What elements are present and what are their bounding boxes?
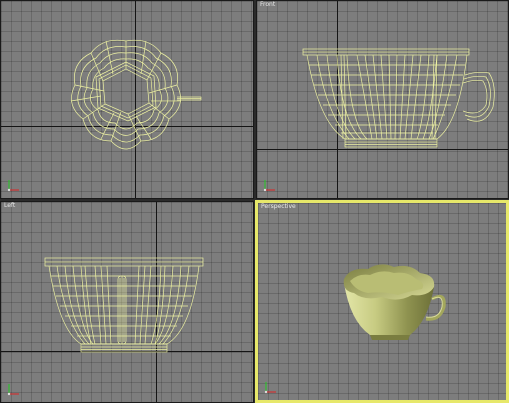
axis-tripod-icon bbox=[7, 384, 19, 396]
viewport-perspective[interactable]: Perspective bbox=[255, 200, 509, 403]
cup-wireframe-top[interactable] bbox=[1, 1, 254, 199]
axis-tripod-icon bbox=[264, 382, 276, 394]
viewport-left[interactable]: Left bbox=[0, 201, 254, 403]
cup-shaded-perspective[interactable] bbox=[258, 203, 506, 400]
cup-wireframe-left[interactable] bbox=[1, 202, 254, 403]
viewport-top[interactable] bbox=[0, 0, 254, 199]
axis-tripod-icon bbox=[7, 180, 19, 192]
cup-wireframe-front[interactable] bbox=[257, 1, 509, 199]
axis-tripod-icon bbox=[263, 180, 275, 192]
viewport-front[interactable]: Front bbox=[256, 0, 509, 199]
